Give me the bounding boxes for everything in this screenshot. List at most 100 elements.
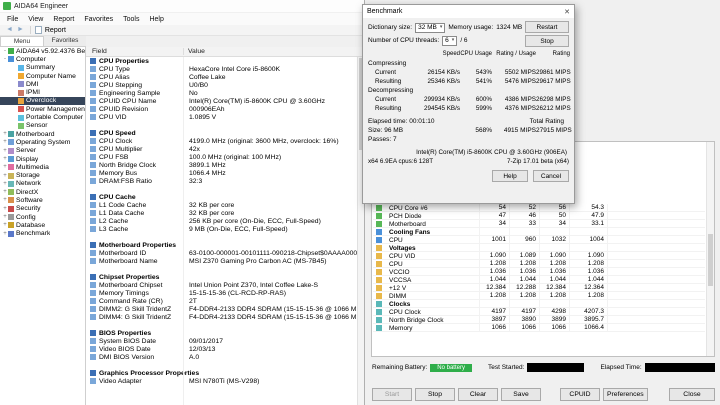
forward-icon[interactable]: ► (17, 25, 24, 35)
sensor-row[interactable]: DIMM 1.208 1.208 1.208 1.208 (373, 292, 705, 300)
sidebar-item[interactable]: IPMI (0, 88, 85, 96)
table-row[interactable]: DIMM2: G Skill TridentZ F4-DDR4-2133 DDR… (86, 305, 364, 313)
sidebar-item[interactable]: + Storage (0, 171, 85, 179)
table-row[interactable]: CPU Multiplier 42x (86, 145, 364, 153)
table-row[interactable]: Motherboard ID 63-0100-000001-00101111-0… (86, 249, 364, 257)
sensor-row[interactable]: +12 V 12.384 12.288 12.384 12.364 (373, 284, 705, 292)
sensor-row[interactable]: CPU Core #6 54 52 56 54.3 (373, 204, 705, 212)
table-row[interactable]: Motherboard Name MSI Z370 Gaming Pro Car… (86, 257, 364, 265)
sidebar-item[interactable]: + Server (0, 147, 85, 155)
sensor-row[interactable]: CPU 1.208 1.208 1.208 1.208 (373, 260, 705, 268)
sidebar-item[interactable]: - Computer (0, 55, 85, 63)
table-row[interactable]: Memory Bus 1066.4 MHz (86, 169, 364, 177)
table-row[interactable]: System BIOS Date 09/01/2017 (86, 337, 364, 345)
tab-favorites[interactable]: Favorites (44, 36, 86, 46)
table-row[interactable]: CPU Stepping U0/B0 (86, 81, 364, 89)
table-row[interactable] (86, 185, 364, 193)
sidebar-item[interactable]: Overclock (0, 96, 85, 106)
sensor-row[interactable]: VCCSA 1.044 1.044 1.044 1.044 (373, 276, 705, 284)
sensor-row[interactable]: CPU VID 1.090 1.089 1.090 1.090 (373, 252, 705, 260)
sidebar-item[interactable]: + Operating System (0, 138, 85, 146)
sidebar-item[interactable]: Power Management (0, 105, 85, 113)
column-field[interactable]: Field (86, 48, 183, 55)
sensor-row[interactable]: Voltages (373, 244, 705, 252)
table-row[interactable]: Memory Timings 15-15-15-36 (CL-RCD-RP-RA… (86, 289, 364, 297)
table-row[interactable]: Motherboard Properties (86, 241, 364, 249)
stability-button[interactable]: Preferences (603, 388, 648, 401)
menu-item[interactable]: File (2, 16, 23, 23)
sensor-row[interactable]: Clocks (373, 300, 705, 308)
table-row[interactable]: CPU VID 1.0895 V (86, 113, 364, 121)
stability-button[interactable]: Close (669, 388, 715, 401)
tab-menu[interactable]: Menu (0, 36, 44, 46)
menu-item[interactable]: Help (144, 16, 168, 23)
table-row[interactable] (86, 361, 364, 369)
dictionary-size-select[interactable]: 32 MB ▾ (415, 22, 446, 33)
sidebar-item[interactable]: Computer Name (0, 72, 85, 80)
sidebar-item[interactable]: - AIDA64 v5.92.4376 Beta (0, 47, 85, 55)
sensor-row[interactable]: Memory 1066 1066 1066 1066.4 (373, 324, 705, 332)
sidebar-item[interactable]: + Multimedia (0, 163, 85, 171)
table-row[interactable]: CPUID Revision 000906EAh (86, 105, 364, 113)
menu-item[interactable]: Tools (118, 16, 144, 23)
table-row[interactable]: L3 Cache 9 MB (On-Die, ECC, Full-Speed) (86, 225, 364, 233)
back-icon[interactable]: ◄ (6, 25, 13, 35)
report-button[interactable]: Report (45, 27, 66, 34)
sidebar-item[interactable]: + Software (0, 196, 85, 204)
sidebar-item[interactable]: + Display (0, 155, 85, 163)
close-icon[interactable]: ✕ (564, 8, 570, 16)
cpu-threads-select[interactable]: 6 ▾ (442, 35, 458, 46)
sensor-row[interactable]: CPU 1001 960 1032 1004 (373, 236, 705, 244)
table-row[interactable]: CPUID CPU Name Intel(R) Core(TM) i5-8600… (86, 97, 364, 105)
table-row[interactable]: Chipset Properties (86, 273, 364, 281)
table-row[interactable]: Command Rate (CR) 2T (86, 297, 364, 305)
table-row[interactable]: CPU Speed (86, 129, 364, 137)
table-row[interactable]: Video Adapter MSI N780Ti (MS-V298) (86, 377, 364, 385)
table-row[interactable]: BIOS Properties (86, 329, 364, 337)
sensor-row[interactable]: Cooling Fans (373, 228, 705, 236)
sidebar-item[interactable]: Summary (0, 64, 85, 72)
cancel-button[interactable]: Cancel (533, 170, 569, 182)
sensor-row[interactable]: VCCIO 1.036 1.036 1.036 1.036 (373, 268, 705, 276)
sensor-row[interactable]: North Bridge Clock 3897 3890 3899 3895.7 (373, 316, 705, 324)
table-row[interactable] (86, 321, 364, 329)
table-row[interactable]: CPU FSB 100.0 MHz (original: 100 MHz) (86, 153, 364, 161)
table-row[interactable]: Graphics Processor Properties (86, 369, 364, 377)
sidebar-item[interactable]: + Benchmark (0, 230, 85, 238)
table-row[interactable]: DIMM4: G Skill TridentZ F4-DDR4-2133 DDR… (86, 313, 364, 321)
stability-button[interactable]: Stop (415, 388, 455, 401)
table-row[interactable]: DMI BIOS Version A.0 (86, 353, 364, 361)
sensor-row[interactable]: Motherboard 34 33 34 33.1 (373, 220, 705, 228)
stop-button[interactable]: Stop (525, 35, 569, 47)
scrollbar-thumb[interactable] (708, 234, 713, 286)
stability-button[interactable]: Clear (458, 388, 498, 401)
table-row[interactable]: CPU Alias Coffee Lake (86, 73, 364, 81)
table-row[interactable]: L1 Data Cache 32 KB per core (86, 209, 364, 217)
sidebar-item[interactable]: Sensor (0, 122, 85, 130)
sidebar-item[interactable]: + Motherboard (0, 130, 85, 138)
menu-item[interactable]: View (23, 16, 48, 23)
sidebar-item[interactable]: + Network (0, 180, 85, 188)
stability-button[interactable]: Start (372, 388, 412, 401)
sidebar-item[interactable]: + Security (0, 205, 85, 213)
sensor-row[interactable]: PCH Diode 47 46 50 47.9 (373, 212, 705, 220)
sidebar-item[interactable]: + DirectX (0, 188, 85, 196)
stability-button[interactable]: Save (501, 388, 541, 401)
sidebar-item[interactable]: + Database (0, 221, 85, 229)
restart-button[interactable]: Restart (525, 21, 569, 33)
sidebar-item[interactable]: + Config (0, 213, 85, 221)
table-row[interactable] (86, 265, 364, 273)
table-row[interactable]: CPU Properties (86, 57, 364, 65)
table-row[interactable]: CPU Cache (86, 193, 364, 201)
table-row[interactable]: Video BIOS Date 12/03/13 (86, 345, 364, 353)
table-row[interactable]: L2 Cache 256 KB per core (On-Die, ECC, F… (86, 217, 364, 225)
stability-button[interactable]: CPUID (560, 388, 600, 401)
sidebar-item[interactable]: DMI (0, 80, 85, 88)
menu-item[interactable]: Favorites (79, 16, 118, 23)
table-row[interactable]: CPU Clock 4199.0 MHz (original: 3600 MHz… (86, 137, 364, 145)
table-row[interactable]: L1 Code Cache 32 KB per core (86, 201, 364, 209)
dialog-title-bar[interactable]: Benchmark ✕ (363, 5, 574, 18)
menu-item[interactable]: Report (48, 16, 79, 23)
table-row[interactable] (86, 233, 364, 241)
table-row[interactable]: Engineering Sample No (86, 89, 364, 97)
